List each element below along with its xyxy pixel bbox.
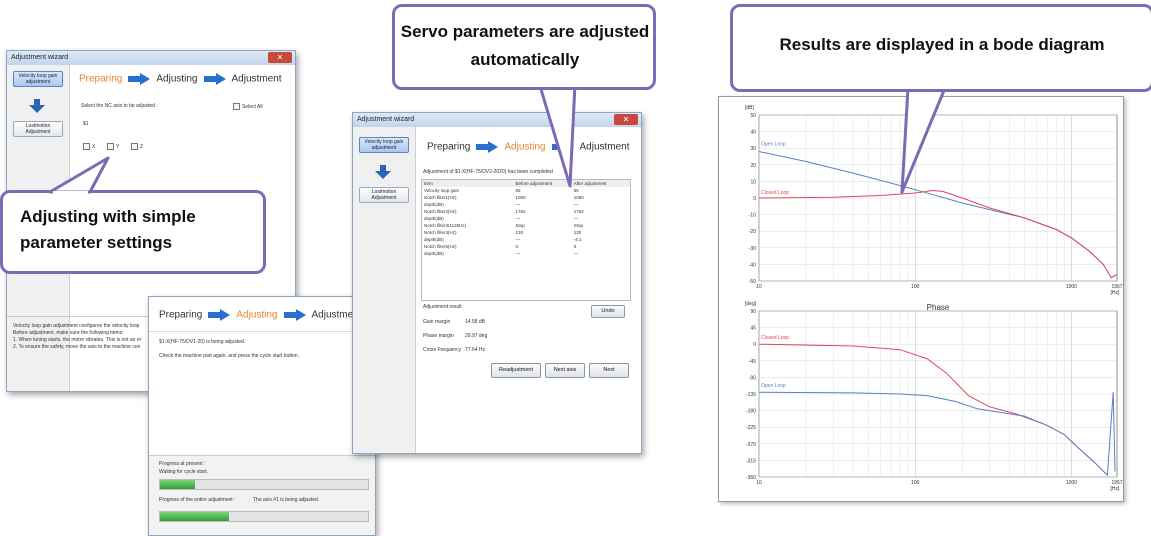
callout-bode-text: Results are displayed in a bode diagram (779, 35, 1105, 54)
callout-simple-text: Adjusting with simple parameter settings (20, 207, 196, 252)
callout-servo-text: Servo parameters are adjusted automatica… (400, 22, 650, 69)
